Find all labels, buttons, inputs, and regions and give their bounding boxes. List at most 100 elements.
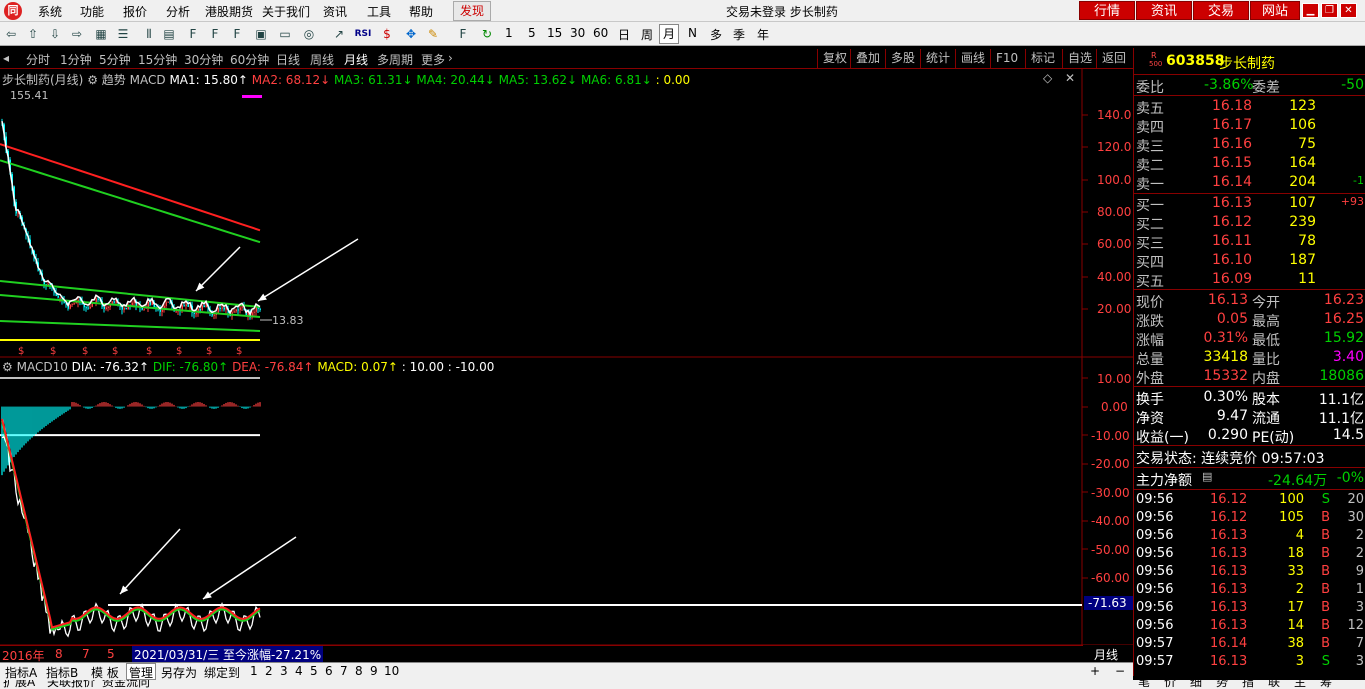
bb-save-as[interactable]: 另存为 <box>161 664 197 681</box>
sb-tab-jia[interactable]: 价 <box>1164 680 1176 689</box>
f10-icon[interactable]: F <box>184 25 202 43</box>
bb-num-5[interactable]: 5 <box>310 664 318 678</box>
pb-30min[interactable]: 30分钟 <box>184 51 223 68</box>
circle-icon[interactable]: ◎ <box>300 25 318 43</box>
up-arrow-icon[interactable]: ⇧ <box>24 25 42 43</box>
tick-row[interactable]: 09:56 16.13 18 B 2 <box>1134 546 1365 564</box>
bb-num-4[interactable]: 4 <box>295 664 303 678</box>
bb-num-8[interactable]: 8 <box>355 664 363 678</box>
close-icon[interactable]: ✕ <box>1340 3 1357 18</box>
period-5[interactable]: 5 <box>528 26 536 40</box>
period-month[interactable]: 月 <box>659 24 679 44</box>
tab-market[interactable]: 行情 <box>1079 1 1135 20</box>
sb-tab-zhu[interactable]: 主 <box>1294 680 1306 689</box>
mode-label[interactable]: 趋势 <box>102 73 126 87</box>
pb-weekly[interactable]: 周线 <box>310 51 334 68</box>
sb-tab-xi[interactable]: 细 <box>1190 680 1202 689</box>
pb-monthly[interactable]: 月线 <box>344 51 368 68</box>
pb-arrow-icon[interactable]: ◂ <box>3 51 9 65</box>
pb-fenshi[interactable]: 分时 <box>26 51 50 68</box>
rsi-icon[interactable]: RSI <box>354 25 372 43</box>
chart-close-icon[interactable]: ✕ <box>1065 71 1075 85</box>
bb-num-6[interactable]: 6 <box>325 664 333 678</box>
menu-tools[interactable]: 工具 <box>367 3 391 20</box>
period-multi[interactable]: 多 <box>710 26 722 43</box>
chart-box-icon[interactable]: ▣ <box>252 25 270 43</box>
sb-ext-a[interactable]: 扩展A <box>3 680 35 689</box>
tick-row[interactable]: 09:56 16.13 17 B 3 <box>1134 600 1365 618</box>
chart-options-icon[interactable]: ◇ <box>1043 71 1052 85</box>
sb-tab-shi[interactable]: 势 <box>1216 680 1228 689</box>
pb-duogu[interactable]: 多股 <box>885 49 920 68</box>
tick-row[interactable]: 09:56 16.12 100 S 20 <box>1134 492 1365 510</box>
menu-hk-futures[interactable]: 港股期货 <box>205 3 253 20</box>
pencil-icon[interactable]: ✎ <box>424 25 442 43</box>
menu-about[interactable]: 关于我们 <box>262 3 310 20</box>
tab-news[interactable]: 资讯 <box>1136 1 1192 20</box>
bid-row[interactable]: 买四 16.10 187 <box>1134 251 1365 270</box>
macd-settings-icon[interactable]: ⚙ <box>2 360 13 374</box>
tick-row[interactable]: 09:56 16.12 105 B 30 <box>1134 510 1365 528</box>
pb-multi[interactable]: 多周期 <box>377 51 413 68</box>
bb-indicator-a[interactable]: 指标A <box>5 664 37 681</box>
tick-row[interactable]: 09:56 16.13 14 B 12 <box>1134 618 1365 636</box>
bid-row[interactable]: 买二 16.12 239 <box>1134 213 1365 232</box>
bb-bind[interactable]: 绑定到 <box>204 664 240 681</box>
bid-row[interactable]: 买一 16.13 107 +93 <box>1134 194 1365 213</box>
move-icon[interactable]: ✥ <box>402 25 420 43</box>
period-day[interactable]: 日 <box>618 26 630 43</box>
macd-name-label[interactable]: MACD10 <box>17 360 68 374</box>
sb-related-quote[interactable]: 关联报价 <box>47 680 95 689</box>
pb-fuquan[interactable]: 复权 <box>817 49 852 68</box>
zoom-out-icon[interactable]: − <box>1115 664 1125 678</box>
pb-1min[interactable]: 1分钟 <box>60 51 92 68</box>
sb-tab-bi[interactable]: 笔 <box>1138 680 1150 689</box>
bb-num-7[interactable]: 7 <box>340 664 348 678</box>
back-arrow-icon[interactable]: ⇦ <box>2 25 20 43</box>
pb-15min[interactable]: 15分钟 <box>138 51 177 68</box>
f-icon[interactable]: F <box>206 25 224 43</box>
pb-diejia[interactable]: 叠加 <box>850 49 885 68</box>
ask-row[interactable]: 卖一 16.14 204 -1 <box>1134 173 1365 192</box>
kline-chart[interactable]: $ $ $ $ $ $ $ $ <box>0 69 1133 645</box>
ask-row[interactable]: 卖五 16.18 123 <box>1134 97 1365 116</box>
menu-news[interactable]: 资讯 <box>323 3 347 20</box>
tab-website[interactable]: 网站 <box>1250 1 1300 20</box>
bb-num-9[interactable]: 9 <box>370 664 378 678</box>
bb-manage[interactable]: 管理 <box>126 663 156 680</box>
bid-row[interactable]: 买五 16.09 11 <box>1134 270 1365 289</box>
pb-huaxian[interactable]: 画线 <box>955 49 990 68</box>
forward-arrow-icon[interactable]: ⇨ <box>68 25 86 43</box>
sb-tab-lian[interactable]: 联 <box>1268 680 1280 689</box>
menu-help[interactable]: 帮助 <box>409 3 433 20</box>
pb-daily[interactable]: 日线 <box>276 51 300 68</box>
period-n[interactable]: N <box>688 26 697 40</box>
pb-zixuan[interactable]: 自选 <box>1062 49 1097 68</box>
f5-icon[interactable]: F <box>454 25 472 43</box>
dollar-icon[interactable]: $ <box>378 25 396 43</box>
period-15[interactable]: 15 <box>547 26 562 40</box>
pb-5min[interactable]: 5分钟 <box>99 51 131 68</box>
menu-system[interactable]: 系统 <box>38 3 62 20</box>
bb-template[interactable]: 模 板 <box>91 664 119 681</box>
tick-row[interactable]: 09:57 16.14 38 B 7 <box>1134 636 1365 654</box>
pb-back[interactable]: 返回 <box>1096 49 1131 68</box>
table-icon[interactable]: ▤ <box>160 25 178 43</box>
period-quarter[interactable]: 季 <box>733 26 745 43</box>
tick-row[interactable]: 09:56 16.13 4 B 2 <box>1134 528 1365 546</box>
bb-num-1[interactable]: 1 <box>250 664 258 678</box>
pb-biaoji[interactable]: 标记 <box>1025 49 1060 68</box>
period-1[interactable]: 1 <box>505 26 513 40</box>
bb-num-10[interactable]: 10 <box>384 664 399 678</box>
tick-row[interactable]: 09:56 16.13 33 B 9 <box>1134 564 1365 582</box>
pb-more[interactable]: 更多 <box>421 51 445 68</box>
minimize-icon[interactable]: ▁ <box>1302 3 1319 18</box>
restore-icon[interactable]: ❐ <box>1321 3 1338 18</box>
bb-num-2[interactable]: 2 <box>265 664 273 678</box>
refresh-icon[interactable]: ↻ <box>478 25 496 43</box>
window-icon[interactable]: ▭ <box>276 25 294 43</box>
period-year[interactable]: 年 <box>757 26 769 43</box>
main-net-icon[interactable]: ▤ <box>1202 470 1212 483</box>
zoom-in-icon[interactable]: + <box>1090 664 1100 678</box>
bb-num-3[interactable]: 3 <box>280 664 288 678</box>
